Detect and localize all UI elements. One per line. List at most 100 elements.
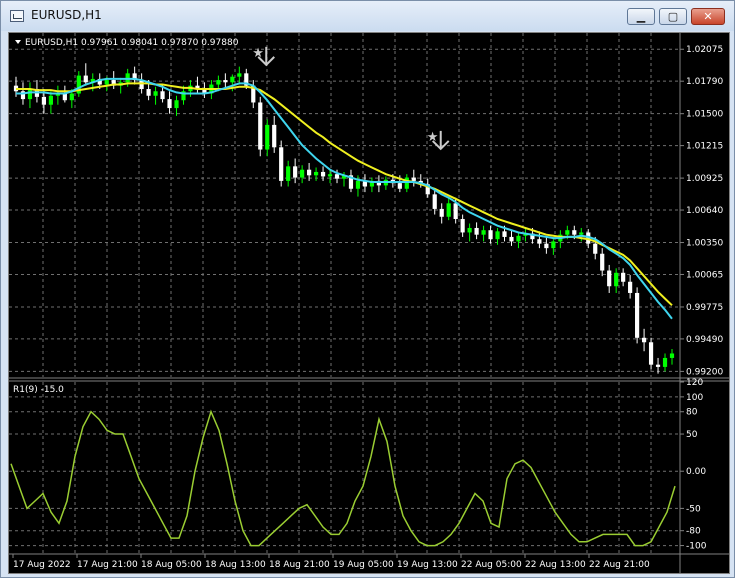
price-tick-label: 1.01500 — [686, 110, 723, 120]
candle — [174, 95, 179, 116]
price-tick-label: 1.00350 — [686, 239, 723, 249]
chart-window-icon — [10, 10, 24, 22]
candle — [320, 166, 326, 181]
candle-body — [607, 270, 612, 287]
indicator-tick-label: -50 — [686, 504, 701, 514]
candle — [509, 230, 514, 246]
time-tick-label: 22 Aug 21:00 — [589, 560, 650, 570]
time-tick-label: 18 Aug 05:00 — [141, 560, 202, 570]
candle — [76, 71, 81, 97]
candle-body — [300, 169, 305, 178]
indicator-line — [10, 409, 676, 547]
candle-body — [286, 166, 291, 181]
candle — [614, 268, 619, 293]
fast-moving-average-line — [16, 77, 673, 320]
candle-body — [537, 239, 542, 244]
price-tick-label: 1.01215 — [686, 142, 723, 152]
minimize-button[interactable]: ▁ — [627, 8, 655, 25]
candle — [118, 77, 123, 94]
time-tick-label: 17 Aug 21:00 — [77, 560, 138, 570]
candle — [258, 96, 263, 157]
candle-body — [593, 243, 598, 254]
candle-body — [327, 174, 333, 177]
candle-body — [495, 231, 500, 240]
candle — [286, 160, 291, 187]
candle-body — [474, 227, 479, 235]
time-tick-label: 18 Aug 13:00 — [205, 560, 266, 570]
time-tick-label: 19 Aug 13:00 — [397, 560, 458, 570]
candle-body — [628, 281, 633, 293]
candle-body — [404, 177, 409, 189]
price-axis[interactable]: 1.02075 1.01790 1.01500 1.01215 1.00925 1.006… — [680, 45, 723, 377]
candle-body — [153, 91, 158, 96]
candle — [600, 248, 605, 277]
candle — [488, 225, 493, 244]
candle-body — [446, 203, 451, 217]
candle — [641, 328, 647, 352]
candle-body — [293, 166, 298, 178]
down-arrow-icon[interactable]: ★ — [252, 46, 275, 67]
chart-area[interactable]: ★ ★ EURUSD,H1 0.97961 0.98041 0.97870 0.9… — [8, 32, 730, 574]
candle-body — [516, 235, 521, 242]
candle — [411, 169, 416, 187]
candle — [662, 353, 668, 372]
candle-body — [160, 91, 165, 100]
chart-menu-triangle-icon[interactable] — [15, 40, 21, 44]
candle — [34, 80, 40, 103]
maximize-button[interactable]: ▢ — [659, 8, 687, 25]
star-icon: ★ — [427, 130, 439, 145]
candle-body — [467, 227, 472, 233]
price-tick-label: 0.99490 — [686, 335, 723, 345]
candle — [369, 177, 375, 193]
candle — [27, 82, 33, 109]
candle-body — [509, 236, 514, 242]
candle-body — [669, 353, 675, 358]
candle — [516, 232, 521, 249]
indicator-axis[interactable]: 120 100 80 50 0.00 -50 -80 -100 — [680, 378, 707, 552]
candle-body — [104, 80, 109, 85]
moving-averages-layer — [16, 77, 673, 320]
candle-body — [41, 96, 47, 105]
star-icon: ★ — [252, 46, 264, 61]
candle-body — [572, 230, 577, 235]
price-chart-svg[interactable]: ★★ EURUSD,H1 0.97961 0.98041 0.97870 0.9… — [9, 33, 729, 573]
candle — [55, 85, 60, 105]
candle — [558, 230, 563, 249]
candle — [195, 76, 200, 94]
candle-body — [600, 253, 605, 271]
indicator-tick-label: 120 — [686, 378, 703, 388]
candle — [579, 227, 584, 242]
candle — [327, 169, 333, 184]
candle — [460, 214, 465, 237]
candle — [474, 222, 479, 240]
candle — [607, 264, 612, 293]
indicator-layer — [10, 409, 676, 547]
candle-body — [146, 89, 151, 96]
candle — [481, 225, 486, 242]
candle — [153, 86, 158, 105]
indicator-label: R1(9) -15.0 — [13, 385, 64, 395]
window-title: EURUSD,H1 — [31, 8, 102, 22]
candle — [313, 167, 319, 181]
candle-body — [83, 75, 88, 83]
candle — [279, 140, 284, 187]
candles-layer — [13, 63, 675, 374]
candle — [111, 71, 116, 90]
time-axis[interactable]: 17 Aug 2022 17 Aug 21:00 18 Aug 05:00 18 Au… — [12, 554, 650, 570]
candle-body — [279, 147, 284, 181]
time-tick-label: 19 Aug 05:00 — [333, 560, 394, 570]
candle — [648, 337, 654, 370]
candle — [272, 115, 277, 153]
candle — [446, 197, 451, 221]
slow-moving-average-line — [16, 82, 673, 307]
candle — [467, 223, 472, 242]
candle — [83, 63, 88, 86]
title-bar[interactable]: EURUSD,H1 ▁ ▢ ✕ — [1, 1, 734, 31]
close-button[interactable]: ✕ — [691, 8, 725, 25]
candle — [544, 236, 549, 254]
candle-body — [265, 124, 270, 150]
candle-body — [551, 241, 556, 249]
price-tick-label: 0.99200 — [686, 367, 723, 377]
price-tick-label: 1.00640 — [686, 206, 723, 216]
price-tick-label: 1.00065 — [686, 270, 723, 280]
